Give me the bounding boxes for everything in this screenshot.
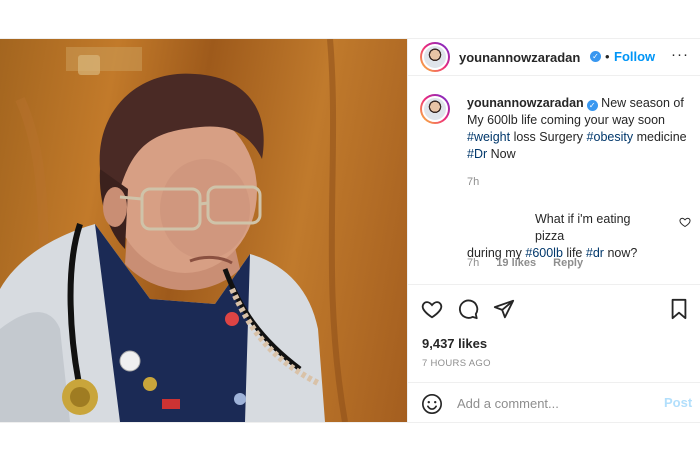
comment-line-1: What if i'm eating pizza (535, 212, 631, 243)
post-photo[interactable] (0, 39, 407, 422)
comment-likes[interactable]: 19 likes (496, 257, 536, 269)
author-avatar[interactable] (420, 42, 450, 72)
add-comment-bar: Post (408, 382, 700, 424)
reply-button[interactable]: Reply (553, 257, 583, 269)
author-username[interactable]: younannowzaradan (459, 50, 580, 65)
caption-avatar[interactable] (420, 94, 450, 124)
caption-word: loss Surgery (513, 130, 584, 144)
verified-badge-icon: ✓ (590, 51, 601, 62)
verified-badge-icon: ✓ (586, 100, 598, 111)
likes-count[interactable]: 9,437 likes (422, 336, 487, 351)
comment: What if i'm eating pizza during my #600l… (467, 211, 657, 262)
caption-word: Now (490, 147, 516, 161)
comment-meta: 7h 19 likes Reply (467, 257, 597, 269)
paper-plane-icon[interactable] (493, 298, 515, 320)
post-header: younannowzaradan ✓ • Follow ··· (408, 39, 700, 76)
comment-input[interactable] (457, 393, 647, 413)
smiley-icon[interactable] (421, 393, 443, 415)
post-comment-button[interactable]: Post (664, 395, 692, 410)
post-timestamp[interactable]: 7 HOURS AGO (422, 358, 491, 369)
comment-like-heart-icon[interactable] (679, 216, 691, 228)
bookmark-icon[interactable] (669, 298, 689, 320)
photo-illustration (0, 39, 348, 422)
more-options-icon[interactable]: ··· (671, 46, 689, 63)
post-actions: 9,437 likes 7 HOURS AGO Post (408, 284, 700, 423)
caption-text: younannowzaradan ✓ New season of My 600lb… (467, 95, 692, 163)
header-separator: • (605, 49, 610, 64)
hashtag-obesity[interactable]: #obesity (587, 130, 634, 144)
caption-word: medicine (636, 130, 687, 144)
post-side-panel: younannowzaradan ✓ • Follow ··· younanno… (407, 39, 700, 422)
heart-icon[interactable] (421, 298, 443, 320)
comment-time[interactable]: 7h (467, 257, 479, 269)
instagram-post: younannowzaradan ✓ • Follow ··· younanno… (0, 38, 700, 423)
caption-username[interactable]: younannowzaradan (467, 96, 584, 110)
hashtag-dr[interactable]: #Dr (467, 147, 487, 161)
follow-button[interactable]: Follow (614, 49, 655, 64)
comment-icon[interactable] (457, 298, 479, 320)
caption-time[interactable]: 7h (467, 176, 479, 188)
hashtag-weight[interactable]: #weight (467, 130, 510, 144)
comment-word: now? (607, 246, 638, 260)
